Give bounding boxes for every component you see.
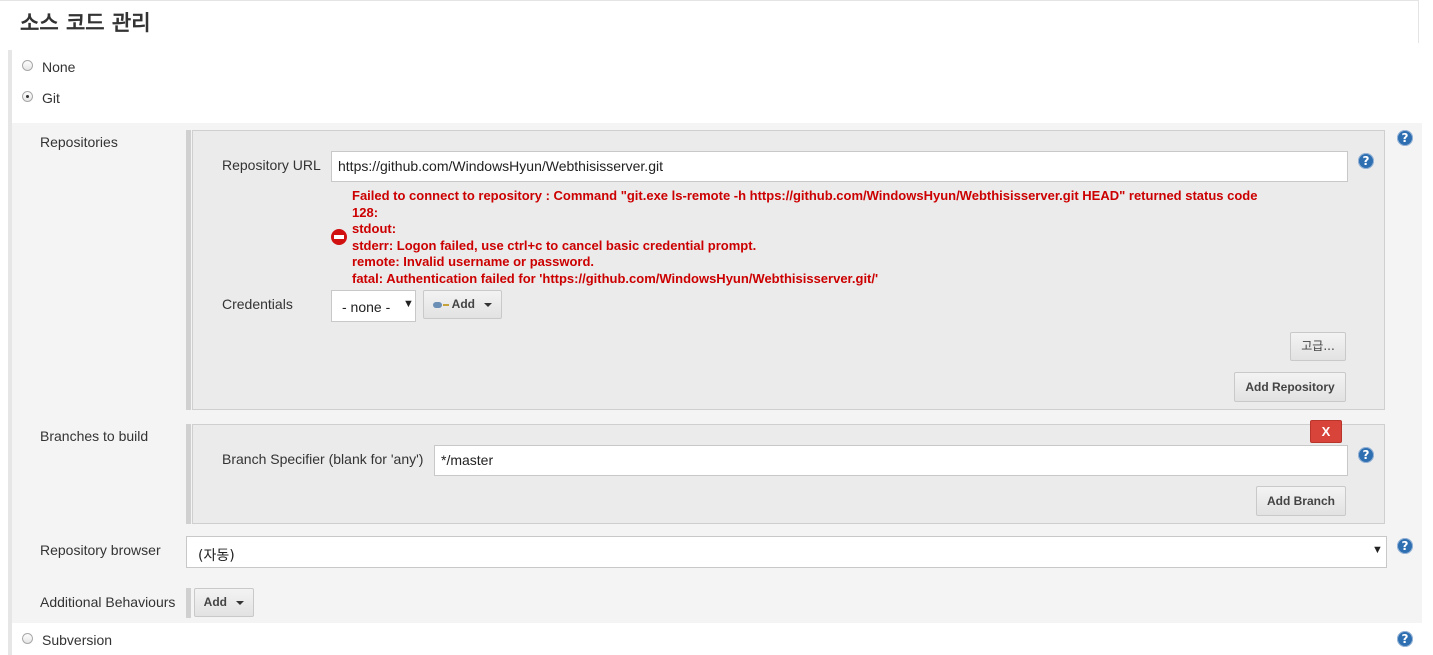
- key-icon: [432, 301, 442, 308]
- error-line: 128:: [352, 204, 379, 220]
- error-line: fatal: Authentication failed for 'https:…: [352, 270, 879, 286]
- repository-url-help-icon[interactable]: ?: [1358, 153, 1374, 169]
- repository-url-label: Repository URL: [222, 157, 321, 173]
- section-title: 소스 코드 관리: [20, 11, 151, 35]
- advanced-button[interactable]: 고급...: [1290, 332, 1346, 361]
- chevron-down-icon: ▼: [1372, 544, 1383, 556]
- additional-behaviours-add-button[interactable]: Add: [194, 588, 254, 617]
- error-line: remote: Invalid username or password.: [352, 254, 595, 269]
- credentials-add-button[interactable]: Add: [423, 290, 502, 319]
- credentials-select-value: - none -: [342, 299, 391, 315]
- branches-bar: [186, 424, 191, 524]
- branches-label: Branches to build: [40, 428, 149, 444]
- branch-specifier-label: Branch Specifier (blank for 'any'): [222, 451, 424, 467]
- caret-down-icon: [484, 302, 493, 307]
- scm-git-label[interactable]: Git: [42, 90, 60, 106]
- repository-browser-value: (자동): [198, 548, 235, 564]
- repositories-help-icon[interactable]: ?: [1397, 130, 1413, 146]
- delete-branch-button[interactable]: X: [1310, 420, 1342, 443]
- subversion-help-icon[interactable]: ?: [1397, 631, 1413, 647]
- error-line: Failed to connect to repository : Comman…: [352, 188, 1258, 203]
- chevron-down-icon: ▼: [403, 298, 414, 310]
- additional-add-label: Add: [203, 595, 227, 609]
- branch-specifier-help-icon[interactable]: ?: [1358, 447, 1374, 463]
- scm-none-radio[interactable]: [22, 60, 33, 71]
- scm-subversion-radio[interactable]: [22, 633, 33, 644]
- branch-specifier-input[interactable]: */master: [434, 445, 1348, 476]
- additional-behaviours-bar: [186, 588, 191, 618]
- error-line: stderr: Logon failed, use ctrl+c to canc…: [352, 237, 757, 253]
- scm-subversion-label[interactable]: Subversion: [42, 632, 112, 648]
- credentials-label: Credentials: [222, 296, 293, 312]
- caret-down-icon: [236, 600, 245, 605]
- error-line: stdout:: [352, 221, 397, 236]
- repository-browser-label: Repository browser: [40, 542, 161, 558]
- repositories-label: Repositories: [40, 134, 118, 150]
- add-branch-button[interactable]: Add Branch: [1256, 486, 1346, 516]
- repositories-bar: [186, 130, 191, 410]
- section-header: [0, 0, 1419, 43]
- repository-url-input[interactable]: https://github.com/WindowsHyun/Webthisis…: [331, 151, 1348, 182]
- error-message: Failed to connect to repository : Comman…: [352, 188, 1257, 287]
- credentials-select[interactable]: - none - ▼: [331, 290, 416, 322]
- scm-git-radio[interactable]: [22, 91, 33, 102]
- scm-none-label[interactable]: None: [42, 59, 75, 75]
- add-repository-button[interactable]: Add Repository: [1234, 372, 1346, 402]
- additional-behaviours-label: Additional Behaviours: [40, 594, 176, 610]
- repository-browser-help-icon[interactable]: ?: [1397, 538, 1413, 554]
- repository-browser-select[interactable]: (자동) ▼: [186, 536, 1387, 568]
- error-icon: [331, 229, 347, 245]
- credentials-add-label: Add: [451, 297, 475, 311]
